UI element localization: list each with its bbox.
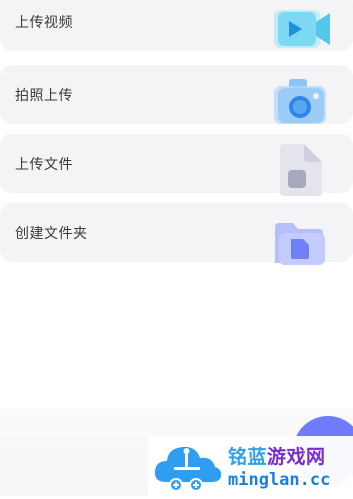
- cloud-logo-icon: [152, 438, 224, 494]
- folder-icon: [271, 207, 331, 267]
- upload-file-label: 上传文件: [15, 155, 73, 172]
- watermark-title-part-b: 游戏网: [267, 447, 326, 468]
- camera-icon: [270, 69, 330, 129]
- upload-file-item[interactable]: 上传文件: [0, 134, 353, 196]
- create-folder-label: 创建文件夹: [15, 224, 88, 241]
- watermark-title: 铭蓝游戏网: [228, 442, 326, 469]
- take-photo-label: 拍照上传: [15, 86, 73, 103]
- take-photo-item[interactable]: 拍照上传: [0, 65, 353, 124]
- watermark-title-part-a: 铭蓝: [228, 447, 268, 468]
- upload-video-label: 上传视频: [15, 13, 73, 30]
- file-icon: [274, 138, 334, 198]
- watermark-url: minglan.cc: [228, 470, 331, 490]
- upload-video-item[interactable]: 上传视频: [0, 0, 353, 51]
- video-camera-icon: [272, 0, 332, 56]
- watermark: 铭蓝游戏网 minglan.cc: [148, 436, 353, 496]
- create-folder-item[interactable]: 创建文件夹: [0, 203, 353, 265]
